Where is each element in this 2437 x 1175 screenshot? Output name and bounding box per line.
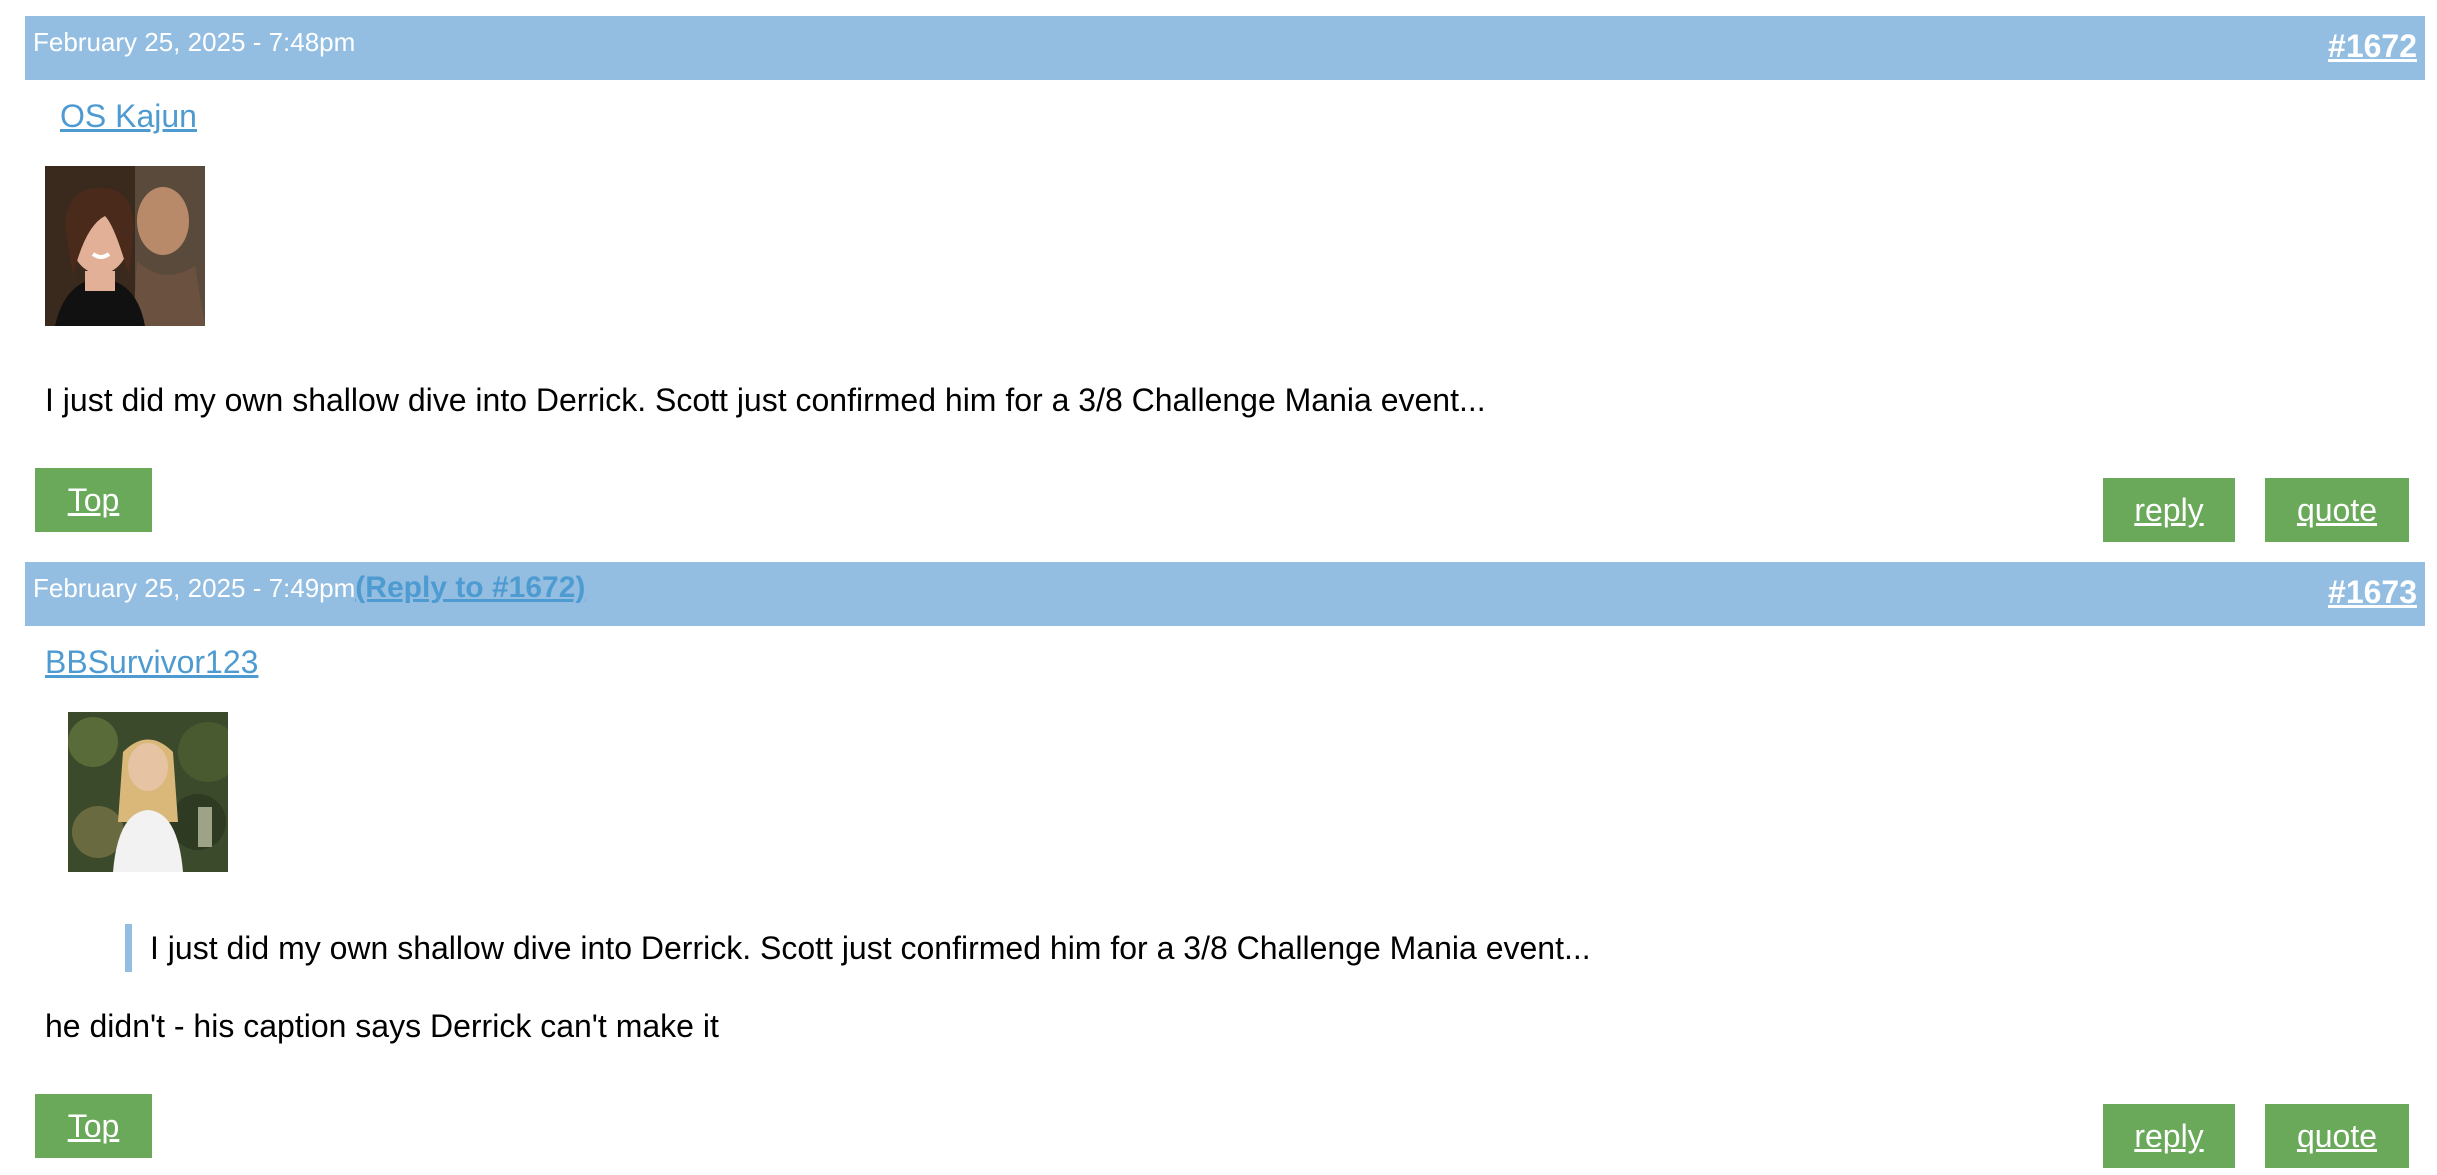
- post-date: February 25, 2025 - 7:49pm(Reply to #167…: [33, 572, 585, 604]
- woman-photo-avatar-icon: [68, 712, 228, 872]
- username-link[interactable]: BBSurvivor123: [45, 642, 258, 682]
- post-header: February 25, 2025 - 7:49pm(Reply to #167…: [25, 562, 2425, 626]
- forum-thread: February 25, 2025 - 7:48pm #1672 OS Kaju…: [0, 0, 2437, 1175]
- username-link[interactable]: OS Kajun: [60, 96, 197, 136]
- forum-post: February 25, 2025 - 7:49pm(Reply to #167…: [25, 562, 2425, 1175]
- reply-button[interactable]: reply: [2103, 1104, 2235, 1168]
- reply-to-link[interactable]: (Reply to #1672): [355, 571, 585, 604]
- reply-button[interactable]: reply: [2103, 478, 2235, 542]
- forum-post: February 25, 2025 - 7:48pm #1672 OS Kaju…: [25, 16, 2425, 562]
- quote-button[interactable]: quote: [2265, 478, 2409, 542]
- top-button[interactable]: Top: [35, 1094, 152, 1158]
- couple-photo-avatar-icon: [45, 166, 205, 326]
- post-number-link[interactable]: #1673: [2328, 572, 2417, 612]
- post-body: he didn't - his caption says Derrick can…: [45, 1008, 719, 1044]
- post-body: I just did my own shallow dive into Derr…: [45, 382, 1486, 418]
- quote-button[interactable]: quote: [2265, 1104, 2409, 1168]
- top-button[interactable]: Top: [35, 468, 152, 532]
- post-date: February 25, 2025 - 7:48pm: [33, 27, 356, 57]
- post-number-link[interactable]: #1672: [2328, 26, 2417, 66]
- post-header: February 25, 2025 - 7:48pm #1672: [25, 16, 2425, 80]
- quoted-text: I just did my own shallow dive into Derr…: [125, 924, 1591, 972]
- post-date-text: February 25, 2025 - 7:49pm: [33, 573, 356, 603]
